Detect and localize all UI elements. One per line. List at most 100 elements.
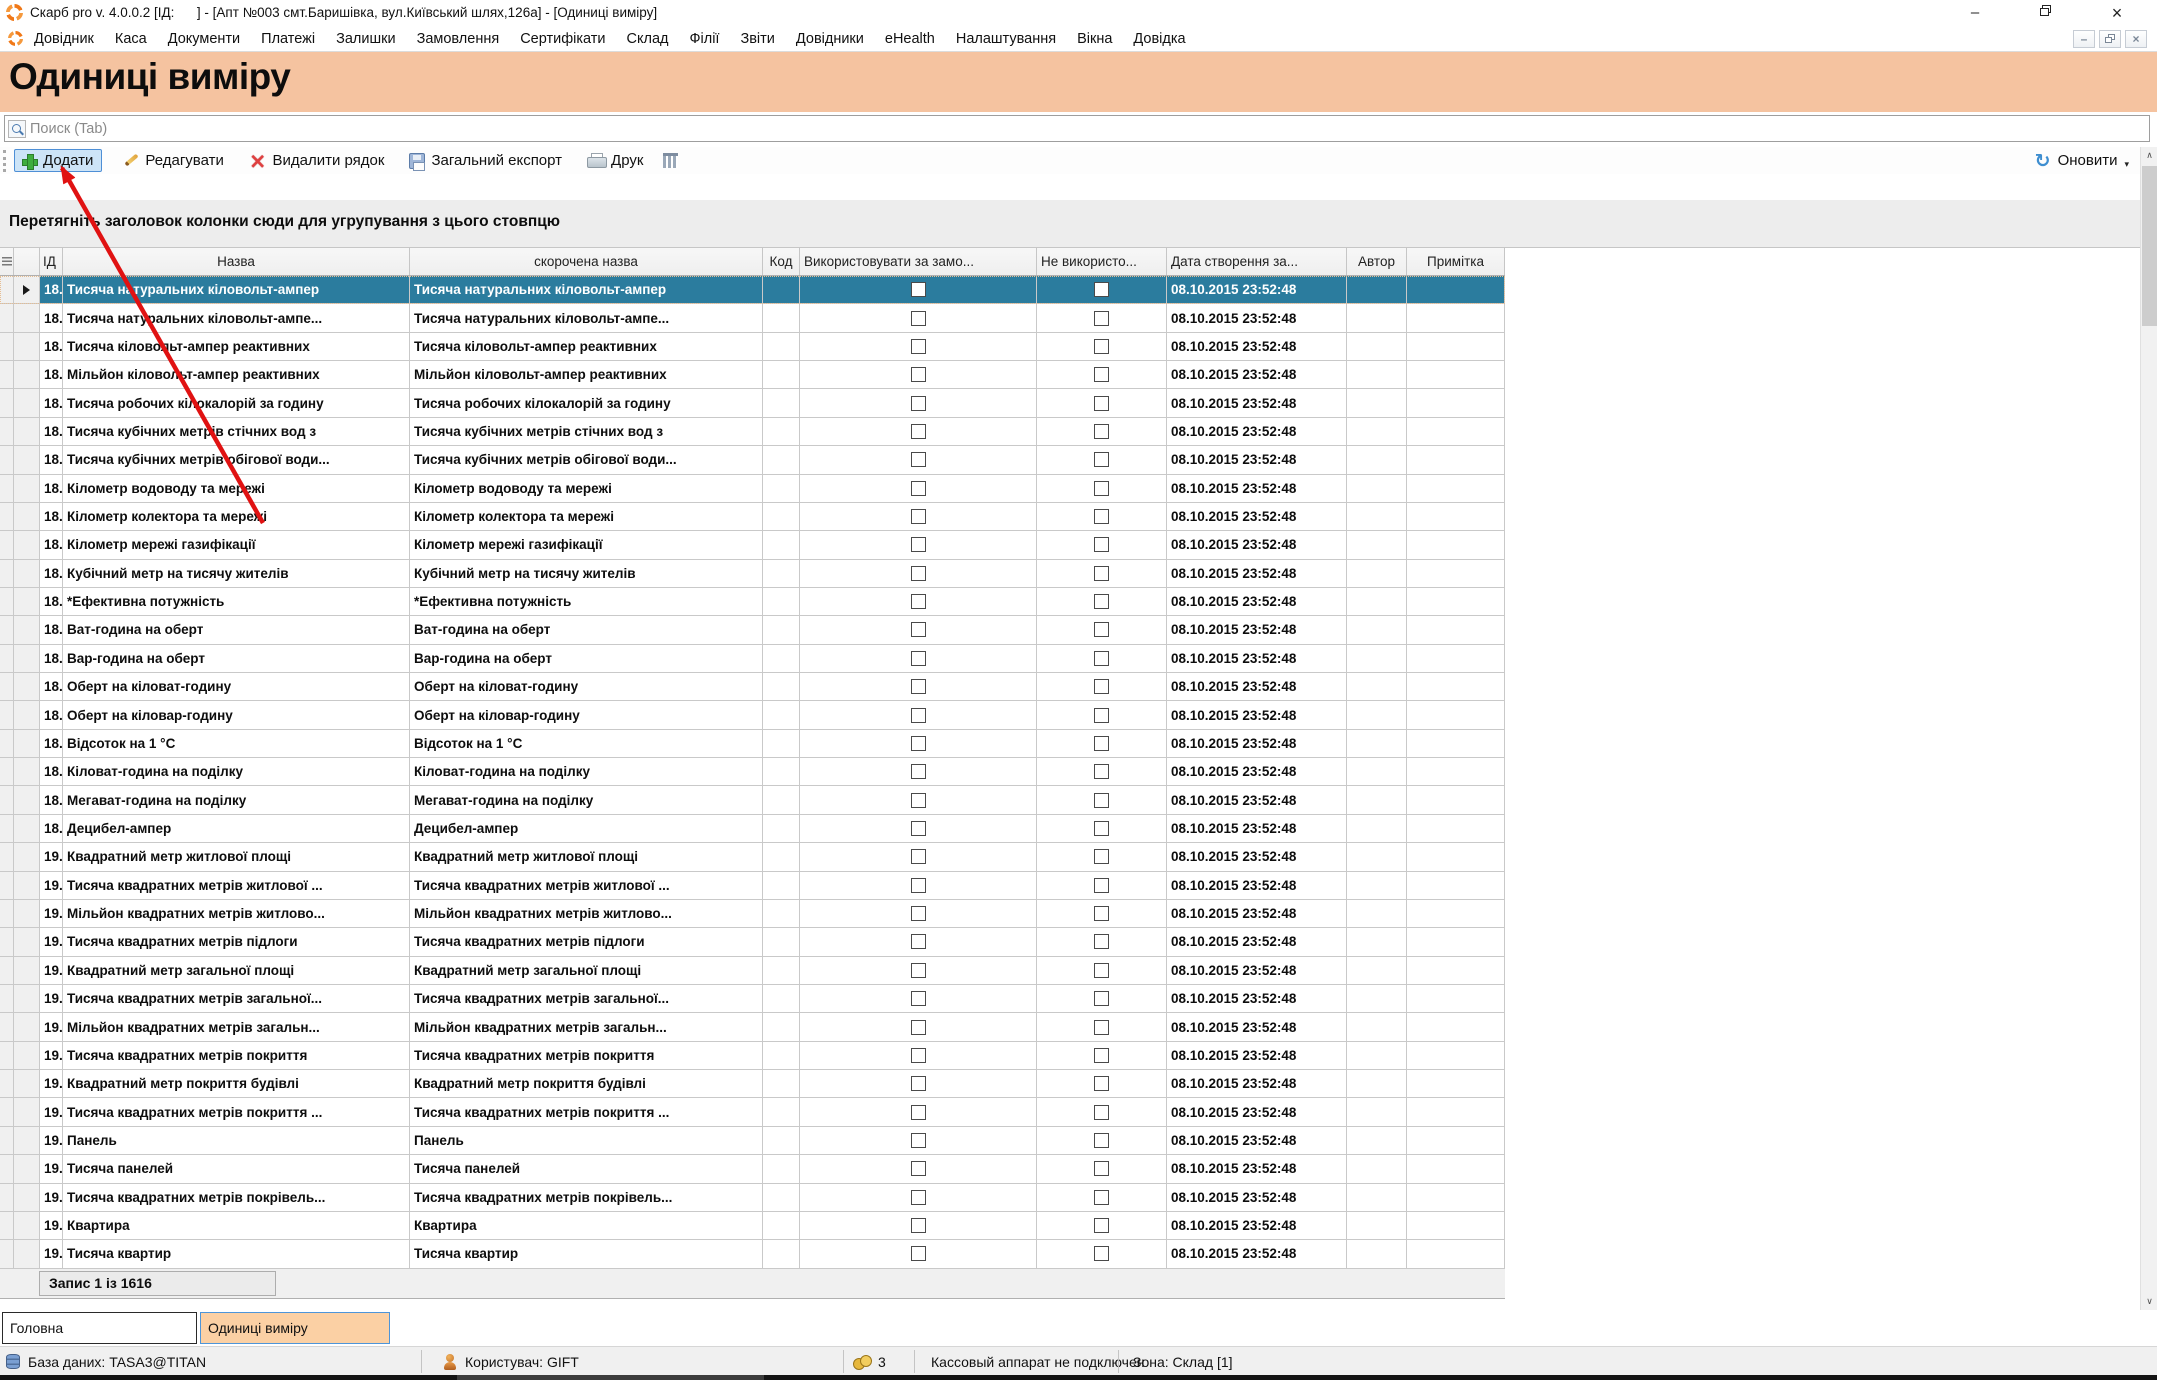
cell-short-name[interactable]: Децибел-ампер: [410, 815, 763, 842]
cell-id[interactable]: 19..: [40, 1098, 63, 1125]
cell-note[interactable]: [1407, 815, 1505, 842]
row-selector-cell[interactable]: [14, 588, 40, 615]
cell-id[interactable]: 18..: [40, 815, 63, 842]
cell-id[interactable]: 18..: [40, 588, 63, 615]
cell-name[interactable]: Вар-година на оберт: [63, 645, 410, 672]
cell-id[interactable]: 18..: [40, 786, 63, 813]
chevron-down-icon[interactable]: ▾: [2124, 160, 2129, 170]
cell-code[interactable]: [763, 361, 800, 388]
not-used-checkbox[interactable]: [1094, 934, 1109, 949]
use-default-checkbox[interactable]: [911, 708, 926, 723]
menu-nalashtuvannya[interactable]: Налаштування: [956, 31, 1056, 47]
export-button[interactable]: Загальний експорт: [404, 150, 567, 171]
not-used-checkbox[interactable]: [1094, 736, 1109, 751]
use-default-checkbox[interactable]: [911, 1218, 926, 1233]
refresh-button[interactable]: ↻ Оновити ▾: [2035, 147, 2129, 174]
table-row[interactable]: 18.. Мільйон кіловольт-ампер реактивних …: [0, 361, 1505, 389]
cell-note[interactable]: [1407, 588, 1505, 615]
cell-created-date[interactable]: 08.10.2015 23:52:48: [1167, 815, 1347, 842]
cell-code[interactable]: [763, 418, 800, 445]
not-used-checkbox[interactable]: [1094, 793, 1109, 808]
column-header-short-name[interactable]: скорочена назва: [410, 248, 763, 275]
table-row[interactable]: 18.. Тисяча кіловольт-ампер реактивних Т…: [0, 333, 1505, 361]
cell-author[interactable]: [1347, 786, 1407, 813]
close-button[interactable]: ×: [2100, 0, 2134, 26]
cell-created-date[interactable]: 08.10.2015 23:52:48: [1167, 957, 1347, 984]
cell-id[interactable]: 19..: [40, 1070, 63, 1097]
cell-created-date[interactable]: 08.10.2015 23:52:48: [1167, 1240, 1347, 1267]
cell-code[interactable]: [763, 588, 800, 615]
cell-created-date[interactable]: 08.10.2015 23:52:48: [1167, 531, 1347, 558]
cell-author[interactable]: [1347, 1098, 1407, 1125]
cell-short-name[interactable]: Квартира: [410, 1212, 763, 1239]
cell-code[interactable]: [763, 475, 800, 502]
cell-code[interactable]: [763, 1127, 800, 1154]
cell-short-name[interactable]: Мільйон квадратних метрів загальн...: [410, 1013, 763, 1040]
cell-name[interactable]: Оберт на кіловат-годину: [63, 673, 410, 700]
table-row[interactable]: 18.. Тисяча кубічних метрів обігової вод…: [0, 446, 1505, 474]
row-selector-cell[interactable]: [14, 900, 40, 927]
cell-short-name[interactable]: Тисяча натуральних кіловольт-ампе...: [410, 304, 763, 331]
not-used-checkbox[interactable]: [1094, 963, 1109, 978]
cell-code[interactable]: [763, 872, 800, 899]
cell-created-date[interactable]: 08.10.2015 23:52:48: [1167, 560, 1347, 587]
use-default-checkbox[interactable]: [911, 424, 926, 439]
not-used-checkbox[interactable]: [1094, 991, 1109, 1006]
menu-zamovlennya[interactable]: Замовлення: [417, 31, 500, 47]
row-selector-cell[interactable]: [14, 1240, 40, 1267]
mdi-close-button[interactable]: ×: [2125, 30, 2147, 48]
cell-id[interactable]: 19..: [40, 843, 63, 870]
not-used-checkbox[interactable]: [1094, 1076, 1109, 1091]
cell-created-date[interactable]: 08.10.2015 23:52:48: [1167, 985, 1347, 1012]
cell-author[interactable]: [1347, 531, 1407, 558]
table-row[interactable]: 19.. Квадратний метр житлової площі Квад…: [0, 843, 1505, 871]
tab-home[interactable]: Головна: [2, 1312, 197, 1344]
tab-units[interactable]: Одиниці виміру: [200, 1312, 390, 1344]
cell-code[interactable]: [763, 1155, 800, 1182]
cell-id[interactable]: 19..: [40, 928, 63, 955]
cell-created-date[interactable]: 08.10.2015 23:52:48: [1167, 1013, 1347, 1040]
scroll-down-arrow-icon[interactable]: ∨: [2141, 1293, 2157, 1310]
column-header-name[interactable]: Назва: [63, 248, 410, 275]
table-row[interactable]: 18.. Кіловат-година на поділку Кіловат-г…: [0, 758, 1505, 786]
cell-name[interactable]: Кілометр мережі газифікації: [63, 531, 410, 558]
not-used-checkbox[interactable]: [1094, 1246, 1109, 1261]
cell-id[interactable]: 19..: [40, 1013, 63, 1040]
row-selector-cell[interactable]: [14, 815, 40, 842]
cell-author[interactable]: [1347, 985, 1407, 1012]
cell-note[interactable]: [1407, 1240, 1505, 1267]
cell-author[interactable]: [1347, 560, 1407, 587]
row-selector-cell[interactable]: [14, 531, 40, 558]
cell-id[interactable]: 19..: [40, 1212, 63, 1239]
cell-name[interactable]: Панель: [63, 1127, 410, 1154]
cell-short-name[interactable]: Тисяча квадратних метрів підлоги: [410, 928, 763, 955]
cell-id[interactable]: 18..: [40, 276, 63, 303]
cell-code[interactable]: [763, 928, 800, 955]
menu-dovidka[interactable]: Довідка: [1133, 31, 1185, 47]
row-selector-cell[interactable]: [14, 701, 40, 728]
use-default-checkbox[interactable]: [911, 1076, 926, 1091]
cell-author[interactable]: [1347, 758, 1407, 785]
row-selector-cell[interactable]: [14, 475, 40, 502]
row-selector-cell[interactable]: [14, 1184, 40, 1211]
menu-vikna[interactable]: Вікна: [1077, 31, 1112, 47]
use-default-checkbox[interactable]: [911, 679, 926, 694]
row-selector-cell[interactable]: [14, 645, 40, 672]
use-default-checkbox[interactable]: [911, 282, 926, 297]
use-default-checkbox[interactable]: [911, 339, 926, 354]
use-default-checkbox[interactable]: [911, 793, 926, 808]
cell-created-date[interactable]: 08.10.2015 23:52:48: [1167, 758, 1347, 785]
cell-short-name[interactable]: Мільйон кіловольт-ампер реактивних: [410, 361, 763, 388]
row-selector-cell[interactable]: [14, 560, 40, 587]
row-selector-cell[interactable]: [14, 503, 40, 530]
cell-created-date[interactable]: 08.10.2015 23:52:48: [1167, 1127, 1347, 1154]
cell-name[interactable]: Тисяча кубічних метрів стічних вод з: [63, 418, 410, 445]
cell-id[interactable]: 18..: [40, 701, 63, 728]
cell-author[interactable]: [1347, 1240, 1407, 1267]
cell-code[interactable]: [763, 389, 800, 416]
cell-short-name[interactable]: Тисяча кіловольт-ампер реактивних: [410, 333, 763, 360]
cell-author[interactable]: [1347, 1212, 1407, 1239]
not-used-checkbox[interactable]: [1094, 1020, 1109, 1035]
not-used-checkbox[interactable]: [1094, 396, 1109, 411]
row-selector-cell[interactable]: [14, 786, 40, 813]
